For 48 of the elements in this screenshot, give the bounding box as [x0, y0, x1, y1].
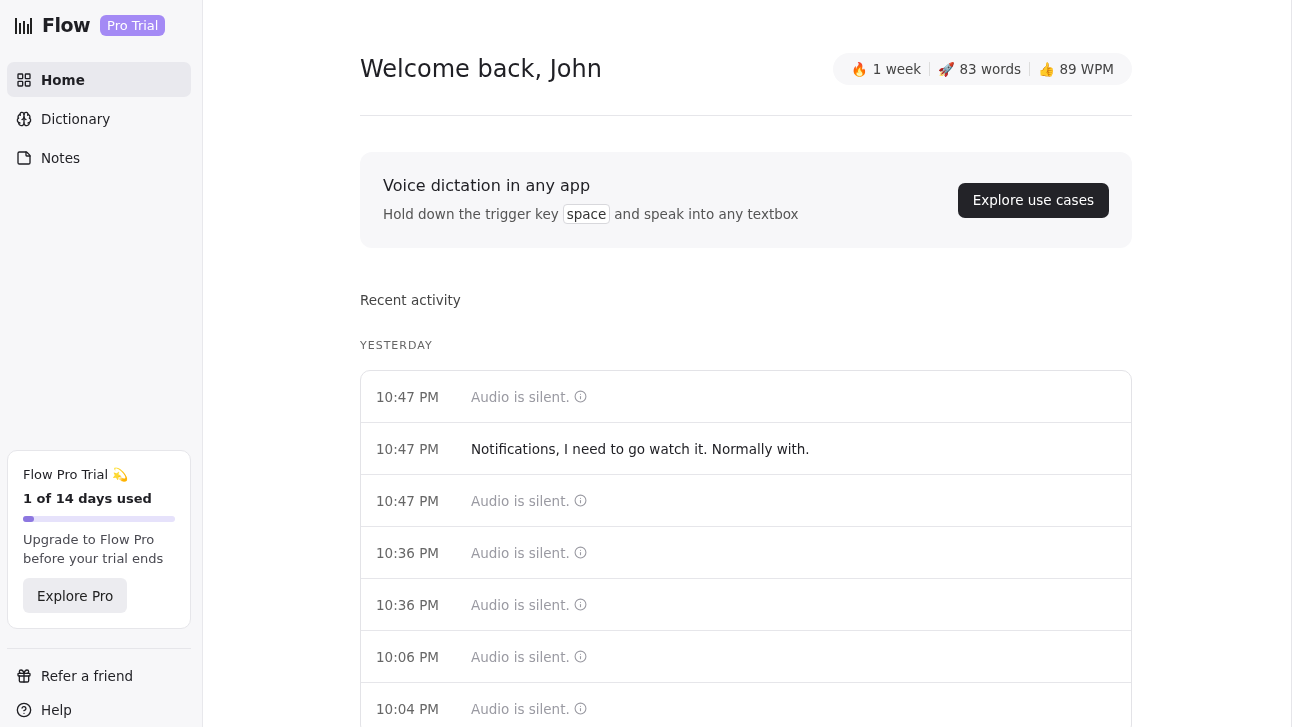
note-icon [16, 149, 32, 166]
gift-icon [16, 668, 32, 684]
activity-text: Audio is silent. [471, 648, 570, 665]
activity-text: Audio is silent. [471, 492, 570, 509]
activity-time: 10:47 PM [375, 388, 440, 405]
group-label: YESTERDAY [360, 339, 434, 352]
nav-item[interactable]: Home [7, 62, 191, 97]
nav-item[interactable]: Dictionary [7, 101, 191, 136]
activity-text: Audio is silent. [471, 388, 570, 405]
activity-time: 10:47 PM [375, 492, 440, 509]
info-icon[interactable] [573, 702, 587, 715]
app-name: Flow [42, 14, 91, 36]
grid-icon [16, 71, 32, 88]
key-label: space [562, 204, 611, 224]
activity-time: 10:47 PM [375, 440, 440, 457]
help-icon [16, 702, 32, 718]
activity-time: 10:36 PM [375, 544, 440, 561]
promo-text: and speak into any textbox [614, 206, 799, 222]
activity-text: Audio is silent. [471, 700, 570, 717]
stat-text: 🔥 1 week [850, 61, 923, 77]
nav-link[interactable]: Refer a friend [7, 659, 191, 693]
plan-badge: Pro Trial [100, 14, 166, 36]
info-icon[interactable] [573, 598, 587, 611]
welcome-title: Welcome back, John [360, 55, 602, 83]
nav-link[interactable]: Help [7, 693, 191, 727]
activity-text: Notifications, I need to go watch it. Normally with. [471, 440, 810, 457]
stat-text: 👍 89 WPM [1037, 61, 1115, 77]
activity-time: 10:04 PM [375, 700, 440, 717]
activity-text: Audio is silent. [471, 596, 570, 613]
promo-title: Voice dictation in any app [383, 176, 592, 195]
info-icon[interactable] [573, 390, 587, 403]
promo-text: Hold down the trigger key [383, 206, 559, 222]
info-icon[interactable] [573, 650, 587, 663]
activity-text: Audio is silent. [471, 544, 570, 561]
info-icon[interactable] [573, 494, 587, 507]
explore-pro-button[interactable]: Explore Pro [23, 578, 128, 613]
info-icon[interactable] [573, 546, 587, 559]
brain-icon [16, 110, 32, 127]
nav-item[interactable]: Notes [7, 140, 191, 175]
trial-usage: 1 of 14 days used [23, 491, 153, 506]
activity-time: 10:06 PM [375, 648, 440, 665]
explore-use-cases-button[interactable]: Explore use cases [957, 182, 1109, 218]
trial-message: Upgrade to Flow Pro before your trial ends [23, 531, 165, 568]
sound-bars-icon [14, 16, 32, 34]
trial-title: Flow Pro Trial 💫 [23, 467, 130, 482]
activity-time: 10:36 PM [375, 596, 440, 613]
section-title: Recent activity [360, 292, 462, 308]
stat-text: 🚀 83 words [937, 61, 1023, 77]
